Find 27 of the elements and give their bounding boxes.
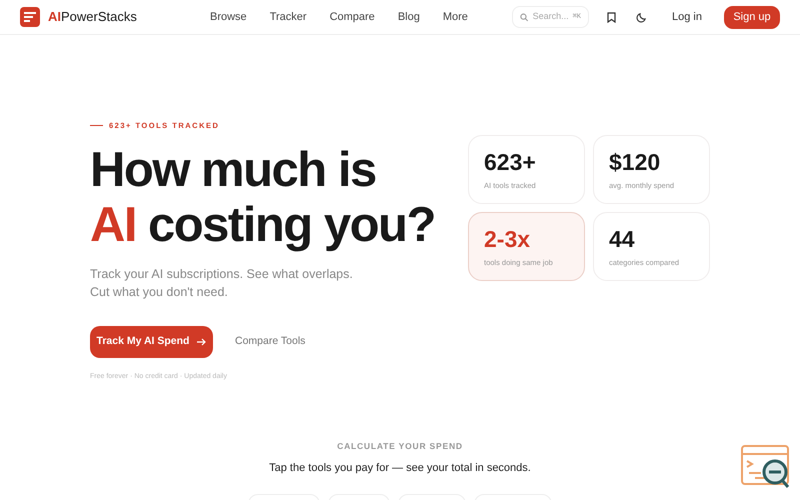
search-icon [520,12,529,22]
brand-name[interactable]: AIPowerStacks [48,7,137,27]
stat-value: $120 [609,148,662,176]
headline-text: costing you? [148,198,435,254]
bookmark-icon [606,12,616,22]
arrow-icon [197,338,206,346]
headline-text: How much is [90,143,377,198]
headline-accent: AI [90,198,136,254]
logo-icon [20,7,40,27]
section-title: Tap the tools you pay for — see your total in seconds. [269,460,531,476]
compare-tools-link[interactable]: Compare Tools [235,334,306,350]
login-button[interactable]: Log in [668,8,706,26]
track-spend-button[interactable]: Track My AI Spend [90,326,213,358]
subtitle-text: Track your AI subscriptions. See what overlaps. Cut what you don't need. [90,266,354,302]
stat-value: 623+ [484,148,537,176]
stat-value: 2-3x [484,225,532,253]
nav-link[interactable]: More [442,8,468,26]
signup-button[interactable]: Sign up [724,6,780,28]
search-input[interactable]: Search... [532,10,569,24]
chat-widget-icon[interactable] [741,445,791,489]
nav-link[interactable]: Compare [330,8,375,26]
section-eyebrow: CALCULATE YOUR SPEND [337,440,463,452]
nav-link[interactable]: Browse [210,8,247,26]
moon-icon [636,12,647,22]
nav-link[interactable]: Blog [398,8,420,26]
stat-value: 44 [609,225,636,253]
nav-link[interactable]: Tracker [270,8,307,26]
